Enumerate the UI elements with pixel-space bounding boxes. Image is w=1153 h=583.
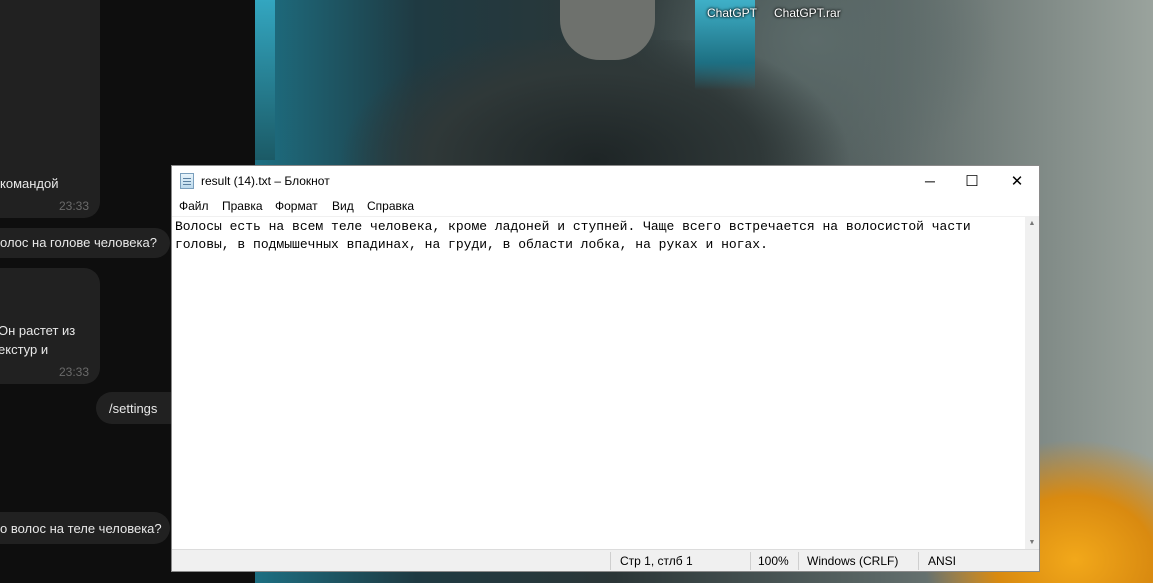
minimize-button[interactable]: ─	[907, 166, 953, 196]
window-title: result (14).txt – Блокнот	[201, 174, 330, 188]
message-text: командой	[0, 176, 59, 191]
message-time: 23:33	[59, 365, 90, 379]
text-editor[interactable]: Волосы есть на всем теле человека, кроме…	[172, 216, 1025, 550]
line-ending: Windows (CRLF)	[807, 554, 899, 568]
chat-message: олос на голове человека?	[0, 228, 170, 258]
chat-message: командой 23:33	[0, 0, 100, 218]
scroll-up-icon[interactable]: ▲	[1025, 216, 1039, 230]
zoom-level: 100%	[758, 554, 789, 568]
cursor-position: Стр 1, стлб 1	[620, 554, 693, 568]
notepad-window: result (14).txt – Блокнот ─ ☐ ✕ Файл Пра…	[171, 165, 1040, 572]
message-time: 23:33	[59, 199, 90, 213]
vertical-scrollbar[interactable]: ▲ ▼	[1025, 216, 1039, 549]
menu-file[interactable]: Файл	[179, 199, 209, 213]
status-bar: Стр 1, стлб 1 100% Windows (CRLF) ANSI	[172, 549, 1039, 571]
desktop-icon-chatgpt-rar[interactable]: ChatGPT.rar	[774, 6, 841, 20]
scroll-down-icon[interactable]: ▼	[1025, 535, 1039, 549]
menu-view[interactable]: Вид	[332, 199, 354, 213]
status-divider	[750, 552, 751, 570]
close-button[interactable]: ✕	[994, 166, 1040, 196]
maximize-button[interactable]: ☐	[949, 166, 995, 196]
status-divider	[798, 552, 799, 570]
chat-message: Он растет из екстур и 23:33	[0, 268, 100, 384]
status-divider	[610, 552, 611, 570]
menu-help[interactable]: Справка	[367, 199, 414, 213]
menu-format[interactable]: Формат	[275, 199, 318, 213]
menu-bar: Файл Правка Формат Вид Справка	[172, 196, 1039, 216]
message-text: олос на голове человека?	[0, 235, 157, 250]
chat-message: о волос на теле человека?	[0, 512, 170, 544]
desktop-icon-chatgpt[interactable]: ChatGPT	[707, 6, 757, 20]
notepad-icon	[180, 173, 194, 189]
menu-edit[interactable]: Правка	[222, 199, 263, 213]
message-text: екстур и	[0, 342, 49, 357]
message-text: /settings	[109, 401, 158, 416]
encoding: ANSI	[928, 554, 957, 568]
editor-content[interactable]: Волосы есть на всем теле человека, кроме…	[175, 218, 1015, 254]
title-bar[interactable]: result (14).txt – Блокнот ─ ☐ ✕	[172, 166, 1039, 196]
message-text: о волос на теле человека?	[0, 521, 162, 536]
message-text: Он растет из	[0, 323, 76, 338]
status-divider	[918, 552, 919, 570]
